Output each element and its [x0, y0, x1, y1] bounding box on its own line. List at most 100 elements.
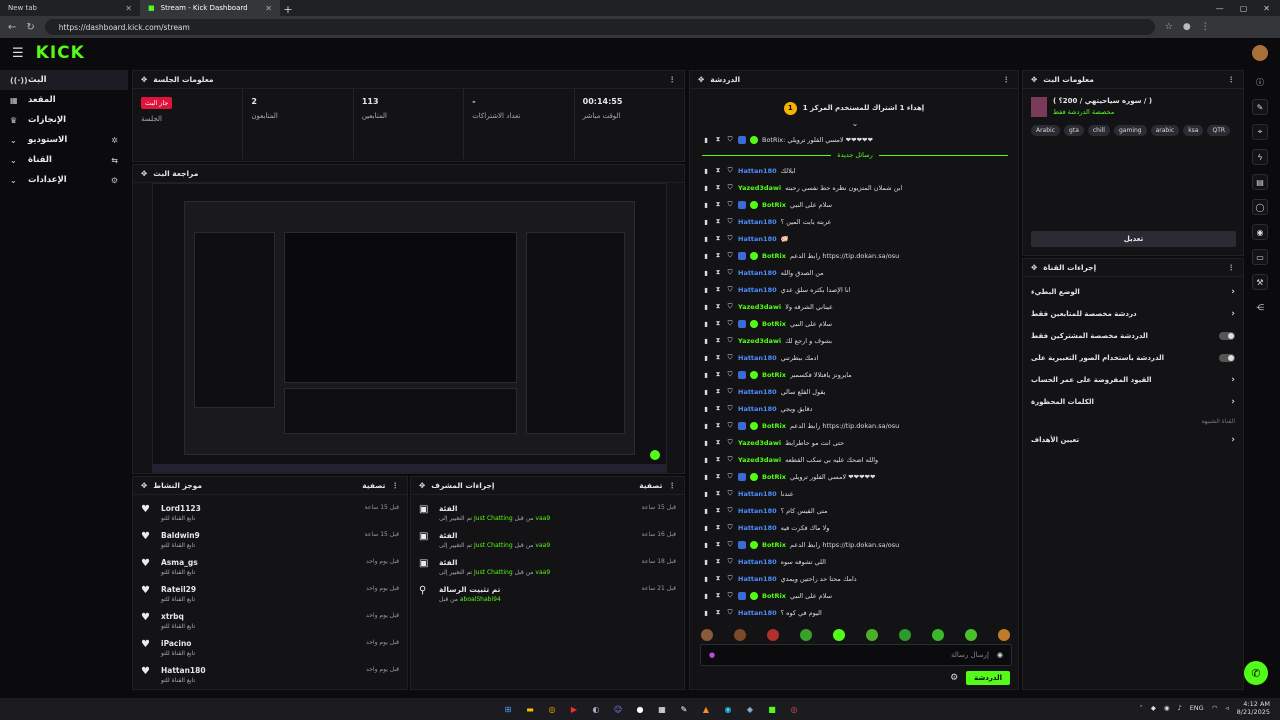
- delete-icon[interactable]: ▮: [702, 167, 710, 175]
- delete-icon[interactable]: ▮: [702, 422, 710, 430]
- timeout-icon[interactable]: ⧗: [714, 489, 722, 498]
- timeout-icon[interactable]: ⧗: [714, 285, 722, 294]
- timeout-icon[interactable]: ⧗: [714, 523, 722, 532]
- app-icon[interactable]: ▲: [698, 701, 714, 717]
- volume-icon[interactable]: ◃: [1225, 704, 1228, 712]
- broadcast-icon[interactable]: ◉: [1252, 224, 1268, 240]
- move-handle-icon[interactable]: ✥: [1031, 263, 1037, 272]
- chrome-icon[interactable]: ◎: [786, 701, 802, 717]
- emote-icon[interactable]: [766, 629, 779, 641]
- delete-icon[interactable]: ▮: [702, 558, 710, 566]
- emote-icon[interactable]: [700, 629, 713, 641]
- chat-username[interactable]: Hattan180: [738, 575, 777, 583]
- timeout-icon[interactable]: ⧗: [714, 574, 722, 583]
- reload-icon[interactable]: ↻: [26, 22, 34, 33]
- url-field[interactable]: https://dashboard.kick.com/stream: [44, 19, 1155, 35]
- youtube-icon[interactable]: ▶: [566, 701, 582, 717]
- edit-icon[interactable]: ✎: [1252, 99, 1268, 115]
- pen-icon[interactable]: ✎: [676, 701, 692, 717]
- filter-button[interactable]: تصفية: [362, 481, 385, 490]
- delete-icon[interactable]: ▮: [702, 371, 710, 379]
- filter-button[interactable]: تصفية: [639, 481, 662, 490]
- kick-logo[interactable]: KICK: [36, 43, 85, 63]
- more-icon[interactable]: ⋮: [1228, 75, 1236, 84]
- moderator-name[interactable]: aboalShabi94: [460, 596, 501, 603]
- timeout-icon[interactable]: ⧗: [714, 472, 722, 481]
- windows-start-icon[interactable]: ⊞: [500, 701, 516, 717]
- avatar[interactable]: [1252, 45, 1268, 61]
- chat-username[interactable]: Yazed3dawi: [738, 439, 781, 447]
- chat-username[interactable]: Hattan180: [738, 405, 777, 413]
- timeout-icon[interactable]: ⧗: [714, 353, 722, 362]
- chat-username[interactable]: BotRix: [762, 201, 786, 209]
- chat-username[interactable]: Hattan180: [738, 609, 777, 617]
- delete-icon[interactable]: ▮: [702, 235, 710, 243]
- emote-icon[interactable]: [865, 629, 878, 641]
- set-goals-row[interactable]: تعيين الأهداف ›: [1023, 429, 1243, 451]
- timeout-icon[interactable]: ⧗: [714, 387, 722, 396]
- delete-icon[interactable]: ▮: [702, 490, 710, 498]
- wrench-icon[interactable]: ⚒: [1252, 274, 1268, 290]
- delete-icon[interactable]: ▮: [702, 507, 710, 515]
- timeout-icon[interactable]: ⧗: [714, 540, 722, 549]
- delete-icon[interactable]: ▮: [702, 439, 710, 447]
- chat-username[interactable]: BotRix: [762, 473, 786, 481]
- chat-username[interactable]: Hattan180: [738, 558, 777, 566]
- chat-username[interactable]: Hattan180: [738, 167, 777, 175]
- menu-icon[interactable]: ⋮: [1201, 22, 1210, 32]
- delete-icon[interactable]: ▮: [702, 473, 710, 481]
- chat-username[interactable]: Hattan180: [738, 269, 777, 277]
- new-tab-button[interactable]: +: [280, 3, 296, 16]
- emote-icon[interactable]: [898, 629, 911, 641]
- app-icon[interactable]: ◆: [742, 701, 758, 717]
- gear-icon[interactable]: ⚙: [950, 673, 958, 683]
- moderator-name[interactable]: vaa9: [535, 515, 550, 522]
- taskbar-clock[interactable]: 4:12 AM 8/21/2025: [1237, 700, 1270, 716]
- chat-username[interactable]: Hattan180: [738, 286, 777, 294]
- timeout-icon[interactable]: ⧗: [714, 183, 722, 192]
- chat-username[interactable]: Hattan180: [738, 235, 777, 243]
- timeout-icon[interactable]: ⧗: [714, 455, 722, 464]
- file-explorer-icon[interactable]: ▬: [522, 701, 538, 717]
- tray-app-icon[interactable]: ◆: [1151, 704, 1156, 712]
- minimize-icon[interactable]: —: [1216, 4, 1224, 13]
- hamburger-icon[interactable]: ☰: [12, 46, 24, 61]
- chat-username[interactable]: Hattan180: [738, 354, 777, 362]
- banned-words-row[interactable]: الكلمات المحظورة ›: [1023, 391, 1243, 413]
- back-icon[interactable]: ←: [8, 22, 16, 33]
- chat-username[interactable]: BotRix: [762, 592, 786, 600]
- delete-icon[interactable]: ▮: [702, 575, 710, 583]
- chat-username[interactable]: Yazed3dawi: [738, 184, 781, 192]
- chat-username[interactable]: Hattan180: [738, 388, 777, 396]
- sidebar-item-stream[interactable]: ((·)) البث: [0, 70, 128, 90]
- app-icon[interactable]: ▦: [654, 701, 670, 717]
- emote-icon[interactable]: [964, 629, 977, 641]
- delete-icon[interactable]: ▮: [702, 252, 710, 260]
- chat-username[interactable]: Hattan180: [738, 524, 777, 532]
- language-indicator[interactable]: ENG: [1190, 704, 1204, 712]
- move-handle-icon[interactable]: ✥: [141, 75, 147, 84]
- timeout-icon[interactable]: ⧗: [714, 166, 722, 175]
- subscribers-only-toggle[interactable]: [1219, 332, 1235, 340]
- emote-icon[interactable]: [832, 629, 845, 641]
- chat-username[interactable]: Hattan180: [738, 507, 777, 515]
- emote-icon[interactable]: [931, 629, 944, 641]
- close-icon[interactable]: ✕: [125, 4, 132, 13]
- emote-icon[interactable]: [997, 629, 1010, 641]
- timeout-icon[interactable]: ⧗: [714, 438, 722, 447]
- edge-icon[interactable]: ◉: [720, 701, 736, 717]
- browser-tab-newtab[interactable]: New tab ✕: [0, 0, 140, 16]
- monitor-icon[interactable]: ▭: [1252, 249, 1268, 265]
- send-chat-button[interactable]: الدردشة: [966, 671, 1010, 685]
- more-icon[interactable]: ⋮: [1003, 75, 1011, 84]
- delete-icon[interactable]: ▮: [702, 286, 710, 294]
- timeout-icon[interactable]: ⧗: [714, 591, 722, 600]
- timeout-icon[interactable]: ⧗: [714, 302, 722, 311]
- timeout-icon[interactable]: ⧗: [714, 557, 722, 566]
- sidebar-item-studio[interactable]: ⌄ الاستوديو ✲: [0, 130, 128, 150]
- wifi-icon[interactable]: ◠: [1212, 704, 1218, 712]
- target-icon[interactable]: ⌖: [1252, 124, 1268, 140]
- timeout-icon[interactable]: ⧗: [714, 135, 722, 144]
- chrome-icon[interactable]: ◎: [544, 701, 560, 717]
- chat-username[interactable]: BotRix: [762, 541, 786, 549]
